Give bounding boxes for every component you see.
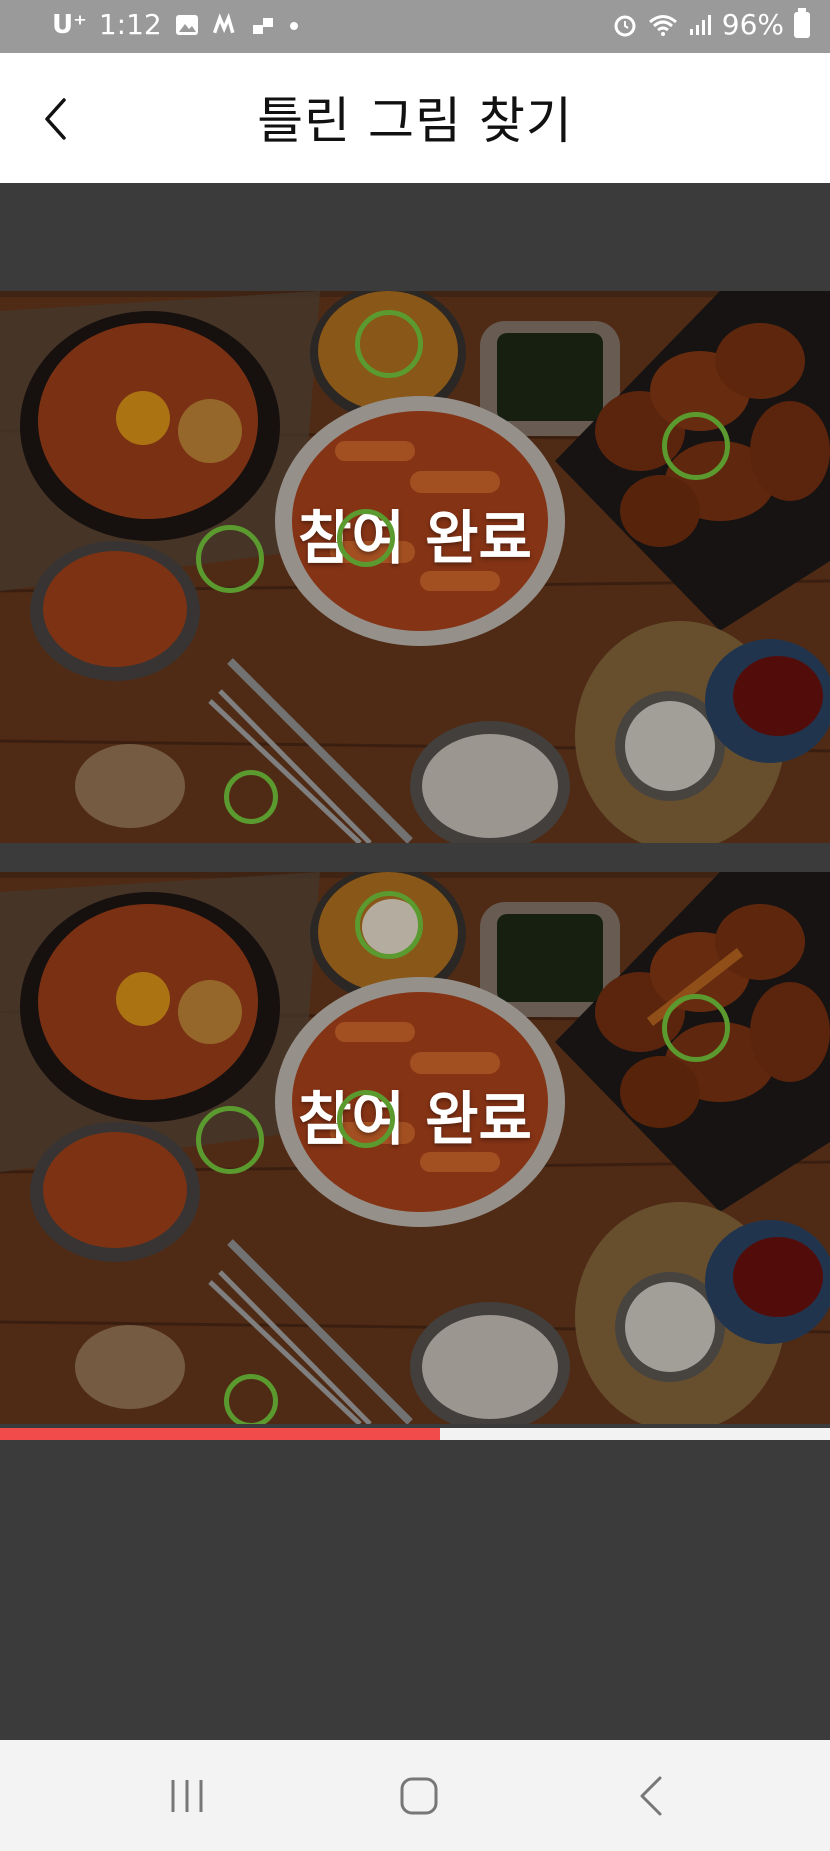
modified-image[interactable]: 참여 완료 <box>0 872 830 1424</box>
wifi-icon <box>648 14 677 36</box>
status-time: 1:12 <box>98 8 162 41</box>
timer-progress-fill <box>0 1428 440 1440</box>
difference-marker <box>662 994 730 1062</box>
difference-marker <box>355 891 423 959</box>
difference-marker <box>662 412 730 480</box>
alarm-icon <box>614 15 636 36</box>
home-button[interactable] <box>389 1770 449 1822</box>
back-icon[interactable] <box>622 1770 682 1822</box>
battery-icon <box>794 7 810 38</box>
difference-marker <box>224 1374 278 1424</box>
difference-marker <box>196 1106 264 1174</box>
home-icon[interactable] <box>389 1770 449 1822</box>
timer-progress-bar <box>0 1428 830 1440</box>
app-header: 틀린 그림 찾기 <box>0 53 830 183</box>
participation-complete-label: 참여 완료 <box>298 504 532 572</box>
battery-percent: 96% <box>721 8 784 41</box>
dot-icon <box>289 21 298 30</box>
sync-icon <box>252 17 273 34</box>
recent-apps-icon[interactable] <box>157 1770 217 1822</box>
participation-complete-label: 참여 완료 <box>298 1085 532 1153</box>
m-app-icon <box>212 12 235 33</box>
original-image[interactable]: 참여 완료 <box>0 291 830 843</box>
difference-marker <box>355 310 423 378</box>
system-nav-bar <box>0 1740 830 1851</box>
difference-marker <box>224 770 278 824</box>
page-title: 틀린 그림 찾기 <box>257 92 573 150</box>
difference-marker <box>337 1090 395 1148</box>
status-bar: U⁺ 1:12 96% <box>0 0 830 53</box>
recent-apps-button[interactable] <box>157 1770 217 1822</box>
difference-marker <box>196 525 264 593</box>
gallery-icon <box>175 14 198 35</box>
system-back-button[interactable] <box>622 1770 682 1822</box>
difference-marker <box>337 509 395 567</box>
signal-icon <box>689 14 711 35</box>
carrier-label: U⁺ <box>52 9 87 40</box>
